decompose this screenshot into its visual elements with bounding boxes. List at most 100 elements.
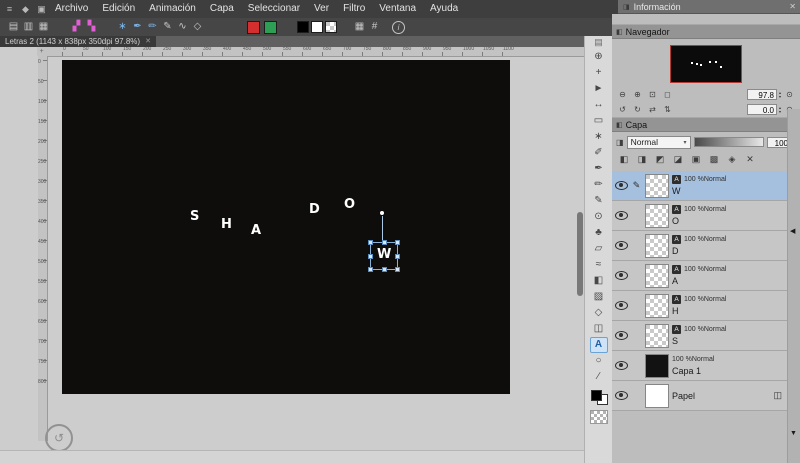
eyedropper-tool[interactable]: ✐	[590, 145, 608, 161]
canvas[interactable]: S H A D O W	[62, 60, 510, 394]
set-ruler-icon[interactable]: ▩	[706, 153, 722, 166]
pencil-tool[interactable]: ✏	[590, 177, 608, 193]
menu-seleccionar[interactable]: Seleccionar	[241, 0, 307, 18]
save-document-icon[interactable]: ▦	[36, 20, 51, 34]
new-document-icon[interactable]: ▤	[6, 20, 21, 34]
app-menu-icon[interactable]: ≡	[3, 4, 16, 14]
canvas-letter-selected[interactable]: W	[377, 248, 391, 262]
layer-thumbnail[interactable]	[645, 203, 669, 228]
balloon-tool[interactable]: ○	[590, 353, 608, 369]
figure-tool[interactable]: ◇	[590, 305, 608, 321]
enable-mask-icon[interactable]: ▣	[688, 153, 704, 166]
lock-alpha-icon[interactable]: ◪	[670, 153, 686, 166]
transform-handle[interactable]	[368, 254, 373, 259]
dock-panel-icon[interactable]: ▤	[590, 36, 608, 49]
flip-horizontal-icon[interactable]: ⇄	[646, 104, 659, 115]
rotate-left-icon[interactable]: ↺	[616, 104, 629, 115]
gradient-tool[interactable]: ▨	[590, 289, 608, 305]
rotate-right-icon[interactable]: ↻	[631, 104, 644, 115]
canvas-letter[interactable]: S	[190, 210, 199, 224]
wand-command-icon[interactable]: ∗	[115, 20, 130, 34]
sub-color-swatch[interactable]	[264, 20, 277, 34]
layer-row-a[interactable]: A 100 %Normal A	[612, 261, 788, 291]
flip-vertical-icon[interactable]: ⇅	[661, 104, 674, 115]
layer-thumbnail[interactable]	[645, 233, 669, 258]
layer-thumbnail[interactable]	[645, 263, 669, 288]
deselect-mode-icon[interactable]: ▚	[84, 20, 99, 34]
layer-row-s[interactable]: A 100 %Normal S	[612, 321, 788, 351]
rotate-value-field[interactable]: 0.0	[746, 104, 777, 115]
layer-row-capa1[interactable]: 100 %Normal Capa 1	[612, 351, 788, 381]
rotate-value-stepper[interactable]: ▴ ▾	[779, 105, 781, 114]
decoration-tool[interactable]: ♣	[590, 225, 608, 241]
pen-command-icon[interactable]: ✒	[130, 20, 145, 34]
layer-panel-header[interactable]: ◧ Capa	[612, 117, 800, 132]
visibility-eye-icon[interactable]	[615, 181, 628, 190]
rotate-step-down-icon[interactable]: ▾	[779, 109, 781, 114]
navigator-thumbnail[interactable]	[670, 45, 742, 83]
layer-row-w[interactable]: ✎ A 100 %Normal W	[612, 171, 788, 201]
panel-collapse-left-icon[interactable]: ◀	[790, 228, 795, 235]
info-panel-close-icon[interactable]: ✕	[789, 2, 796, 11]
actual-size-icon[interactable]: ◻	[661, 89, 674, 100]
layer-thumbnail[interactable]	[645, 173, 669, 198]
eraser-tool[interactable]: ▱	[590, 241, 608, 257]
vertical-scrollbar-thumb[interactable]	[577, 212, 583, 296]
brush-tool[interactable]: ✎	[590, 193, 608, 209]
menu-capa[interactable]: Capa	[203, 0, 241, 18]
transform-handle[interactable]	[395, 267, 400, 272]
menu-filtro[interactable]: Filtro	[336, 0, 372, 18]
layer-scroll-down-icon[interactable]: ▼	[790, 430, 797, 437]
menu-ayuda[interactable]: Ayuda	[423, 0, 465, 18]
zoom-reset-icon[interactable]: ⊙	[783, 89, 796, 100]
transform-handle[interactable]	[395, 254, 400, 259]
palette-combo-icon[interactable]: ◨	[616, 138, 624, 147]
opacity-slider[interactable]	[693, 137, 764, 147]
menu-ventana[interactable]: Ventana	[372, 0, 423, 18]
visibility-eye-icon[interactable]	[615, 331, 628, 340]
document-tab[interactable]: Letras 2 (1143 x 838px 350dpi 97.8%) ✕	[0, 36, 156, 47]
fill-tool[interactable]: ◧	[590, 273, 608, 289]
visibility-eye-icon[interactable]	[615, 361, 628, 370]
horizontal-scrollbar[interactable]	[0, 450, 584, 463]
open-document-icon[interactable]: ▥	[21, 20, 36, 34]
layer-thumbnail[interactable]	[645, 293, 669, 318]
selection-tool[interactable]: ▭	[590, 113, 608, 129]
rotate-handle-dot[interactable]	[380, 211, 384, 215]
zoom-out-icon[interactable]: ⊖	[616, 89, 629, 100]
transform-bounding-box[interactable]: W	[368, 240, 400, 272]
visibility-eye-icon[interactable]	[615, 241, 628, 250]
navigator-panel-header[interactable]: ◧ Navegador	[612, 24, 800, 39]
zoom-value-stepper[interactable]: ▴ ▾	[779, 90, 781, 99]
canvas-rotate-reset-button[interactable]: ↺	[45, 424, 73, 450]
blend-mode-select[interactable]: Normal ▾	[626, 135, 691, 149]
lock-layer-icon[interactable]: ◩	[652, 153, 668, 166]
layer-thumbnail[interactable]	[645, 323, 669, 348]
transform-handle[interactable]	[395, 240, 400, 245]
visibility-eye-icon[interactable]	[615, 271, 628, 280]
transform-handle[interactable]	[368, 240, 373, 245]
background-color-chip[interactable]	[311, 21, 323, 33]
layer-row-o[interactable]: A 100 %Normal O	[612, 201, 788, 231]
fit-to-window-icon[interactable]: ⊡	[646, 89, 659, 100]
operation-tool[interactable]: ►	[590, 81, 608, 97]
canvas-letter[interactable]: D	[309, 203, 320, 217]
layer-row-h[interactable]: A 100 %Normal H	[612, 291, 788, 321]
auto-select-tool[interactable]: ∗	[590, 129, 608, 145]
main-color-swatch[interactable]	[247, 20, 260, 34]
foreground-color-chip[interactable]	[297, 21, 309, 33]
info-panel-header[interactable]: ◨ Información ✕	[618, 0, 800, 14]
transform-handle[interactable]	[382, 240, 387, 245]
clear-attribute-icon[interactable]: ✕	[742, 153, 758, 166]
guides-toggle-icon[interactable]: #	[367, 20, 382, 34]
layer-thumbnail[interactable]	[645, 353, 669, 378]
visibility-eye-icon[interactable]	[615, 211, 628, 220]
text-tool[interactable]: A	[589, 337, 608, 353]
canvas-letter[interactable]: O	[344, 198, 355, 212]
correct-line-tool[interactable]: ∕	[590, 369, 608, 385]
blend-tool[interactable]: ≈	[590, 257, 608, 273]
pencil-command-icon[interactable]: ✏	[145, 20, 160, 34]
menu-archivo[interactable]: Archivo	[48, 0, 95, 18]
layer-thumbnail[interactable]	[645, 383, 669, 408]
pen-tool[interactable]: ✒	[590, 161, 608, 177]
